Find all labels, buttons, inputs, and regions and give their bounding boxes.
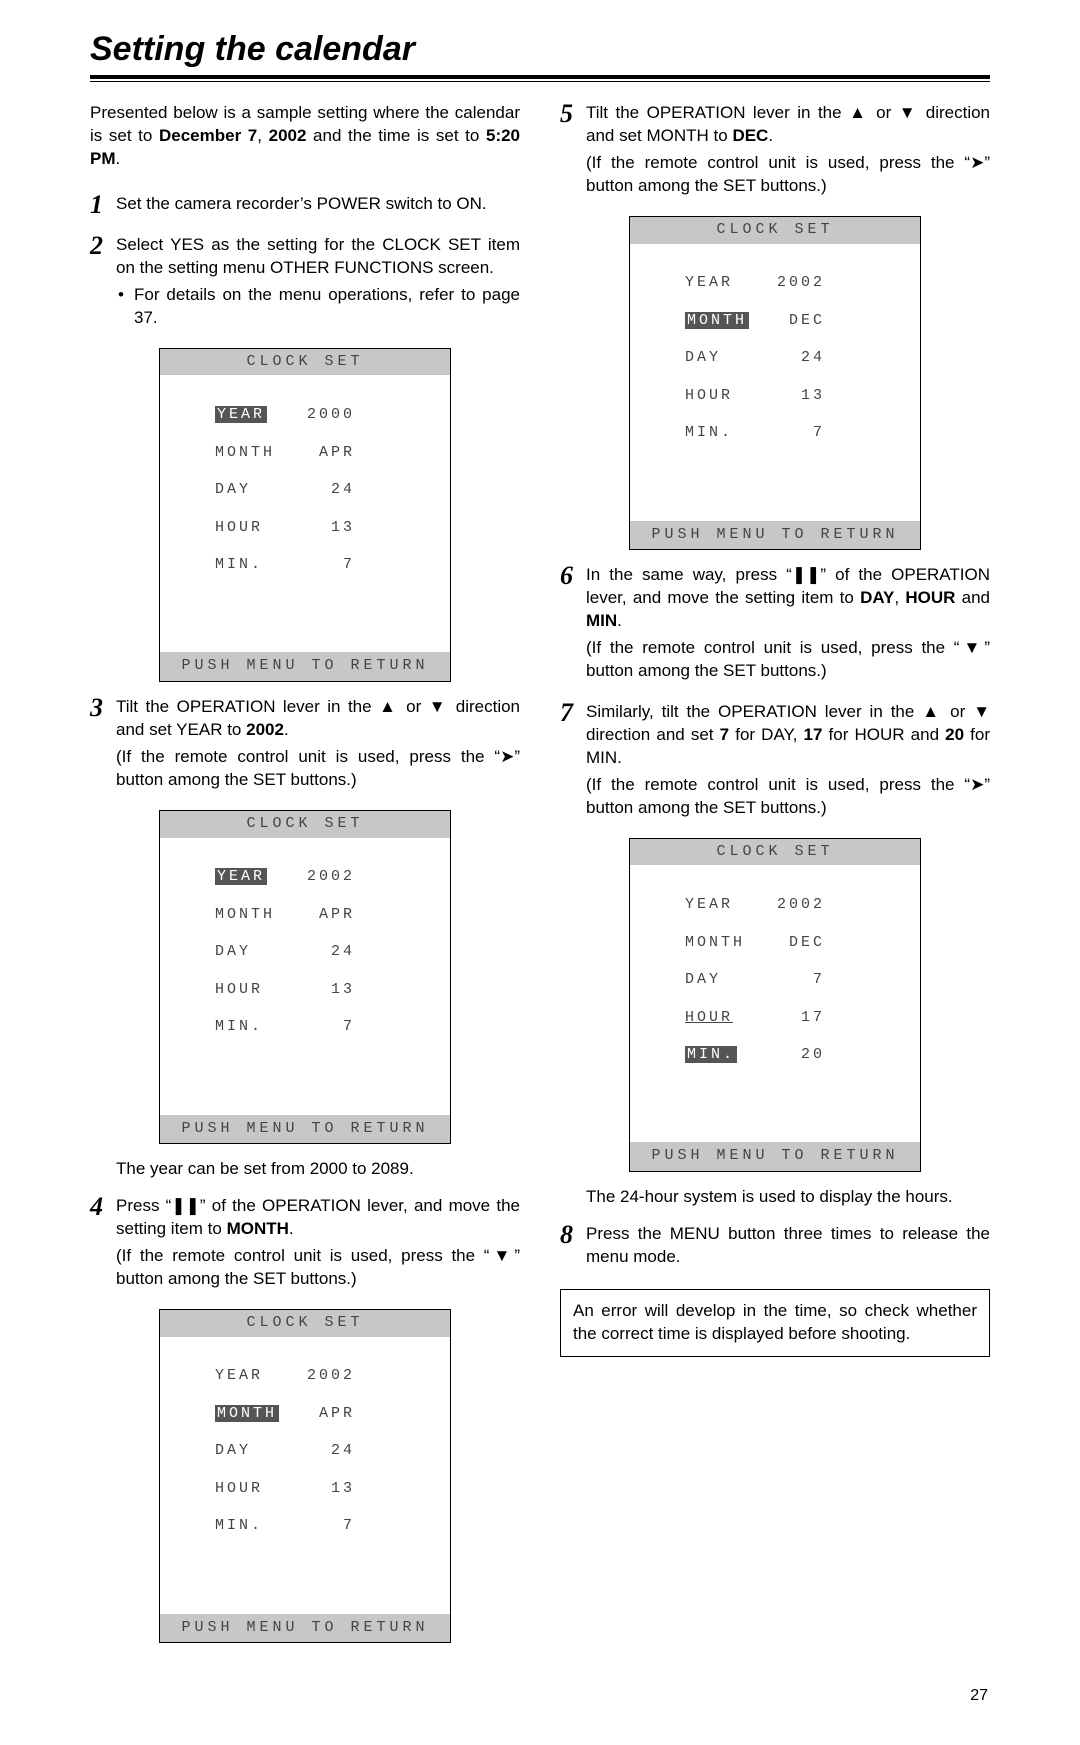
screen-footer: PUSH MENU TO RETURN <box>630 521 920 550</box>
step-3: 3 Tilt the OPERATION lever in the ▲ or ▼… <box>90 696 520 792</box>
screen-title: CLOCK SET <box>630 839 920 866</box>
step-8: 8 Press the MENU button three times to r… <box>560 1223 990 1269</box>
screen-footer: PUSH MENU TO RETURN <box>630 1142 920 1171</box>
warning-box: An error will develop in the time, so ch… <box>560 1289 990 1357</box>
step-2-bullet: For details on the menu operations, refe… <box>116 284 520 330</box>
step-7: 7 Similarly, tilt the OPERATION lever in… <box>560 701 990 820</box>
step-number: 6 <box>560 558 573 593</box>
page-title: Setting the calendar <box>90 30 990 69</box>
clock-set-screen-a: CLOCK SET YEAR2000 MONTHAPR DAY24 HOUR13… <box>159 348 451 683</box>
step-number: 3 <box>90 690 103 725</box>
clock-set-screen-b: CLOCK SET YEAR2002 MONTHAPR DAY24 HOUR13… <box>159 810 451 1145</box>
screen-footer: PUSH MENU TO RETURN <box>160 1614 450 1643</box>
intro-text: Presented below is a sample setting wher… <box>90 102 520 171</box>
step-7-sub: (If the remote control unit is used, pre… <box>586 774 990 820</box>
step-7-note: The 24-hour system is used to display th… <box>560 1186 990 1209</box>
step-number: 8 <box>560 1217 573 1252</box>
step-text: Press the MENU button three times to rel… <box>586 1224 990 1266</box>
screen-title: CLOCK SET <box>160 349 450 376</box>
step-text: Select YES as the setting for the CLOCK … <box>116 235 520 277</box>
step-number: 1 <box>90 187 103 222</box>
title-rule-thin <box>90 81 990 82</box>
step-text: Set the camera recorder’s POWER switch t… <box>116 194 487 213</box>
step-number: 2 <box>90 228 103 263</box>
screen-footer: PUSH MENU TO RETURN <box>160 1115 450 1144</box>
title-rule-thick <box>90 75 990 79</box>
step-3-note: The year can be set from 2000 to 2089. <box>90 1158 520 1181</box>
page-number: 27 <box>90 1687 990 1705</box>
left-column: Presented below is a sample setting wher… <box>90 102 520 1657</box>
step-number: 4 <box>90 1189 103 1224</box>
screen-title: CLOCK SET <box>160 811 450 838</box>
step-5-sub: (If the remote control unit is used, pre… <box>586 152 990 198</box>
screen-footer: PUSH MENU TO RETURN <box>160 652 450 681</box>
step-number: 5 <box>560 96 573 131</box>
right-column: 5 Tilt the OPERATION lever in the ▲ or ▼… <box>560 102 990 1657</box>
step-3-sub: (If the remote control unit is used, pre… <box>116 746 520 792</box>
screen-title: CLOCK SET <box>630 217 920 244</box>
step-2: 2 Select YES as the setting for the CLOC… <box>90 234 520 330</box>
step-4: 4 Press “❚❚” of the OPERATION lever, and… <box>90 1195 520 1291</box>
step-6-sub: (If the remote control unit is used, pre… <box>586 637 990 683</box>
clock-set-screen-e: CLOCK SET YEAR2002 MONTHDEC DAY7 HOUR17 … <box>629 838 921 1173</box>
clock-set-screen-d: CLOCK SET YEAR2002 MONTHDEC DAY24 HOUR13… <box>629 216 921 551</box>
step-number: 7 <box>560 695 573 730</box>
step-4-sub: (If the remote control unit is used, pre… <box>116 1245 520 1291</box>
screen-title: CLOCK SET <box>160 1310 450 1337</box>
step-6: 6 In the same way, press “❚❚” of the OPE… <box>560 564 990 683</box>
clock-set-screen-c: CLOCK SET YEAR2002 MONTHAPR DAY24 HOUR13… <box>159 1309 451 1644</box>
step-1: 1 Set the camera recorder’s POWER switch… <box>90 193 520 216</box>
step-5: 5 Tilt the OPERATION lever in the ▲ or ▼… <box>560 102 990 198</box>
